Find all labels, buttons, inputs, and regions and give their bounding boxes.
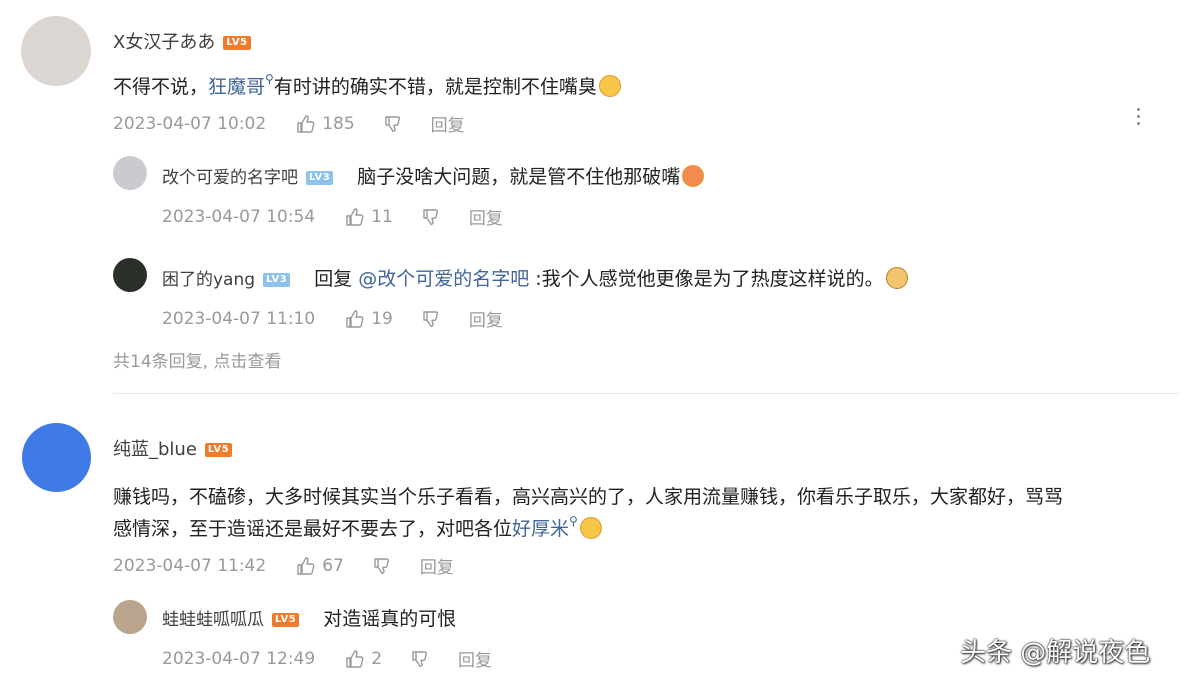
timestamp: 2023-04-07 10:02 — [113, 113, 267, 134]
timestamp: 2023-04-07 10:54 — [162, 206, 316, 227]
like-count: 11 — [371, 206, 393, 227]
username[interactable]: X女汉子ああ LV5 — [113, 28, 251, 54]
thumbs-down-icon — [423, 208, 438, 225]
reply-meta: 2023-04-07 10:54 11 回复 — [162, 204, 503, 230]
mention-link[interactable]: @改个可爱的名字吧 — [358, 268, 529, 290]
dog-face-emoji-icon — [885, 267, 908, 289]
comment-meta: 2023-04-07 10:02 185 回复 — [113, 111, 465, 137]
avatar[interactable] — [113, 258, 147, 292]
comment-text-part: 有时讲的确实不错，就是控制不住嘴臭 — [273, 76, 597, 98]
thumbs-down-icon — [412, 650, 428, 667]
mention-link[interactable]: 好厚米 — [512, 518, 569, 540]
timestamp: 2023-04-07 11:10 — [162, 308, 316, 329]
reply-content: 对造谣真的可恨 — [323, 608, 457, 630]
comment-text: 不得不说，狂魔哥⚲有时讲的确实不错，就是控制不住嘴臭 — [113, 72, 621, 99]
dislike-button[interactable] — [383, 114, 403, 134]
reply-content: 脑子没啥大问题，就是管不住他那破嘴 — [357, 166, 681, 188]
reply-button[interactable]: 回复 — [469, 306, 503, 331]
username-text[interactable]: 蛙蛙蛙呱呱瓜 — [162, 610, 264, 630]
pleading-face-emoji-icon — [579, 517, 602, 539]
reply-button[interactable]: 回复 — [469, 204, 503, 229]
level-badge: LV3 — [263, 272, 291, 287]
reply-button[interactable]: 回复 — [431, 111, 465, 136]
reply-meta: 2023-04-07 12:49 2 回复 — [162, 646, 492, 672]
reply-button[interactable]: 回复 — [458, 646, 492, 671]
search-icon[interactable]: ⚲ — [569, 514, 578, 528]
like-button[interactable]: 2 — [345, 649, 382, 669]
watermark: 头条 @解说夜色 — [960, 638, 1151, 668]
like-count: 2 — [371, 648, 383, 669]
like-button[interactable]: 11 — [345, 207, 393, 227]
like-count: 67 — [322, 555, 344, 576]
comment-text-part: 感情深，至于造谣还是最好不要去了，对吧各位 — [113, 518, 513, 540]
username-text[interactable]: 困了的yang — [162, 270, 255, 290]
dislike-button[interactable] — [421, 309, 441, 329]
dislike-button[interactable] — [372, 556, 392, 576]
comment-text-line2: 感情深，至于造谣还是最好不要去了，对吧各位好厚米⚲ — [113, 514, 602, 541]
angry-face-emoji-icon — [682, 165, 705, 187]
dislike-button[interactable] — [410, 649, 430, 669]
dislike-button[interactable] — [421, 207, 441, 227]
thumbs-up-icon — [297, 114, 315, 133]
reply-text: 改个可爱的名字吧 LV3 脑子没啥大问题，就是管不住他那破嘴 — [162, 162, 705, 189]
divider — [113, 393, 1179, 394]
mention-link[interactable]: 狂魔哥 — [208, 76, 265, 98]
avatar[interactable] — [22, 423, 91, 492]
like-count: 185 — [322, 113, 355, 134]
more-vertical-icon[interactable] — [1132, 108, 1144, 128]
comment-text: 赚钱吗，不磕碜，大多时候其实当个乐子看看，高兴高兴的了，人家用流量赚钱，你看乐子… — [113, 486, 1064, 508]
username[interactable]: 纯蓝_blue LV5 — [113, 435, 233, 461]
reply-content: :我个人感觉他更像是为了热度这样说的。 — [535, 268, 884, 290]
thumbs-up-icon — [346, 309, 364, 328]
like-count: 19 — [371, 308, 393, 329]
level-badge: LV5 — [223, 36, 251, 50]
comment-meta: 2023-04-07 11:42 67 回复 — [113, 553, 454, 579]
thumbs-up-icon — [346, 207, 364, 226]
like-button[interactable]: 67 — [296, 556, 344, 576]
username-text[interactable]: 纯蓝_blue — [113, 439, 197, 460]
like-button[interactable]: 185 — [296, 113, 355, 134]
avatar[interactable] — [113, 156, 147, 190]
reply-meta: 2023-04-07 11:10 19 回复 — [162, 306, 503, 332]
timestamp: 2023-04-07 12:49 — [162, 648, 316, 669]
reply-text: 困了的yang LV3 回复 @改个可爱的名字吧 :我个人感觉他更像是为了热度这样说的。 — [162, 264, 908, 291]
avatar[interactable] — [21, 16, 91, 86]
timestamp: 2023-04-07 11:42 — [113, 555, 267, 576]
level-badge: LV5 — [204, 443, 233, 457]
like-button[interactable]: 19 — [345, 309, 393, 329]
expand-replies-link[interactable]: 共14条回复, 点击查看 — [113, 347, 281, 372]
laughing-crying-emoji-icon — [598, 75, 621, 97]
thumbs-down-icon — [384, 115, 400, 132]
reply-text: 蛙蛙蛙呱呱瓜 LV5 对造谣真的可恨 — [162, 604, 456, 631]
username-text[interactable]: 改个可爱的名字吧 — [162, 168, 298, 188]
search-icon[interactable]: ⚲ — [265, 72, 274, 86]
reply-button[interactable]: 回复 — [420, 553, 454, 578]
thumbs-down-icon — [423, 310, 438, 327]
comment-text-part: 不得不说， — [113, 76, 209, 98]
reply-prefix: 回复 — [314, 268, 353, 290]
username-text[interactable]: X女汉子ああ — [113, 32, 215, 53]
thumbs-up-icon — [297, 556, 315, 575]
thumbs-down-icon — [374, 557, 389, 574]
level-badge: LV3 — [306, 170, 334, 185]
level-badge: LV5 — [272, 612, 300, 627]
avatar[interactable] — [113, 600, 147, 634]
thumbs-up-icon — [346, 649, 364, 668]
